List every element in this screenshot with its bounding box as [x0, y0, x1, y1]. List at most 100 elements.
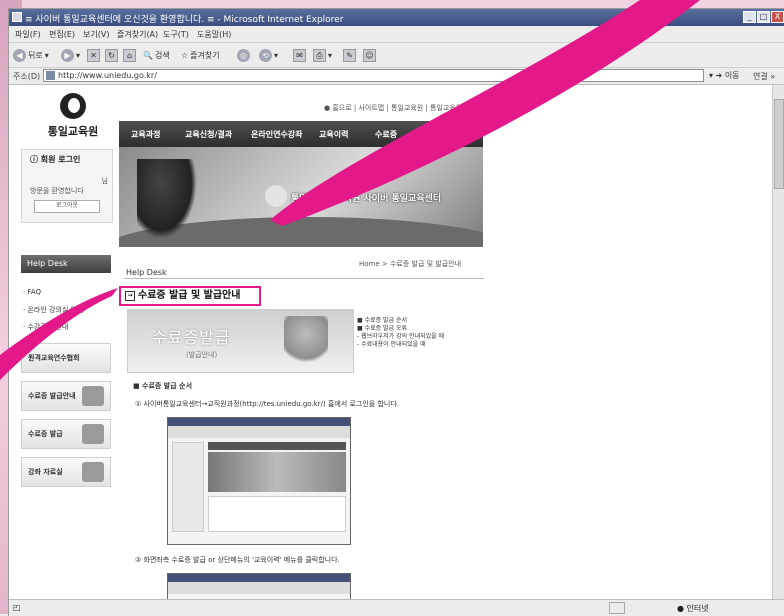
banner-figure: [137, 159, 197, 239]
forward-button[interactable]: ▶ ▾: [61, 47, 80, 63]
address-input[interactable]: http://www.uniedu.go.kr/: [43, 69, 704, 82]
global-nav: 교육과정 교육신청/결과 온라인연수강좌 교육이력 수료증 Help Desk: [119, 121, 483, 147]
gnb-item[interactable]: 교육신청/결과: [185, 129, 232, 140]
menu-favorites[interactable]: 즐겨찾기(A): [117, 29, 158, 40]
content-section-title: ■ 수료증 발급 순서: [133, 382, 193, 390]
print-icon: ⎙: [313, 48, 326, 62]
site-logo[interactable]: 통일교육원: [43, 93, 103, 143]
menu-view[interactable]: 보기(V): [83, 29, 109, 40]
edit-button[interactable]: ✎: [343, 47, 356, 63]
address-bar: 주소(D) http://www.uniedu.go.kr/ ▾ ➜ 이동 연결…: [9, 68, 784, 85]
mini-toolbar: [168, 582, 350, 594]
address-url: http://www.uniedu.go.kr/: [58, 71, 157, 80]
zone-label: 인터넷: [686, 604, 709, 613]
home-button[interactable]: ⌂: [123, 47, 136, 63]
star-icon: ☆: [181, 50, 189, 60]
close-button[interactable]: X: [771, 11, 784, 23]
scrollbar-thumb[interactable]: [774, 99, 784, 189]
login-box: ⓘ 회원 로그인 님 방문을 환영합니다 로그아웃: [21, 149, 113, 223]
side-banner-cert-guide[interactable]: 수료증 발급안내: [21, 381, 111, 411]
media-button[interactable]: ◎: [237, 47, 250, 63]
menu-tools[interactable]: 도구(T): [163, 29, 189, 40]
banner-text: 통일부 통일교육원 사이버 통일교육센터: [291, 194, 442, 204]
back-arrow-icon: ◀: [13, 48, 26, 62]
links-button[interactable]: 연결 »: [753, 71, 775, 82]
ie-icon: [12, 12, 22, 22]
breadcrumb: Home > 수료증 발급 및 발급안내: [359, 260, 462, 268]
side-nav-label: 수강관련 안내: [27, 323, 69, 331]
back-button[interactable]: ◀ 뒤로 ▾: [13, 47, 49, 63]
step-2-text: ② 화면좌측 수료증 발급 or 상단메뉴의 '교육이력' 메뉴를 클릭합니다.: [135, 556, 340, 564]
side-banner-training[interactable]: 원격교육연수협회: [21, 343, 111, 373]
toc-item[interactable]: ■ 수료증 발급 순서: [357, 317, 444, 325]
search-button[interactable]: 🔍 검색: [143, 47, 170, 63]
gnb-item[interactable]: 온라인연수강좌: [251, 129, 303, 140]
side-banner-cert-issue[interactable]: 수료증 발급: [21, 419, 111, 449]
side-banner-label: 원격교육연수협회: [28, 354, 80, 362]
print-button[interactable]: ⎙ ▾: [313, 47, 332, 63]
screenshot-step-1: [167, 417, 351, 545]
favorites-label: 즐겨찾기: [190, 50, 220, 60]
side-nav-item[interactable]: · FAQ: [23, 288, 41, 296]
search-label: 검색: [154, 50, 170, 60]
toc-item[interactable]: ■ 수료증 발급 오류: [357, 325, 444, 333]
favorites-button[interactable]: ☆ 즐겨찾기: [181, 47, 220, 63]
top-links[interactable]: ● 홈으로 | 사이트맵 | 통일교육원 | 통일교육원 | 영문: [324, 103, 482, 113]
vertical-scrollbar[interactable]: [772, 85, 784, 599]
logo-icon: [60, 93, 86, 119]
history-icon: ⟲: [259, 48, 272, 62]
mini-titlebar: [168, 418, 350, 426]
side-nav-item[interactable]: · 온라인 강의실 안내: [23, 305, 83, 315]
back-label: 뒤로: [28, 50, 43, 60]
banner-sun: [265, 185, 287, 207]
page-status-icon: ◰: [13, 603, 21, 612]
browser-window: ≡ 사이버 통일교육센터에 오신것을 환영합니다. ≡ - Microsoft …: [8, 8, 784, 616]
menu-bar: 파일(F) 편집(E) 보기(V) 즐겨찾기(A) 도구(T) 도움말(H): [9, 26, 784, 43]
user-icon: ⓘ: [30, 155, 38, 164]
maximize-button[interactable]: □: [757, 11, 770, 23]
background-strip: [0, 0, 784, 8]
logo-text: 통일교육원: [47, 125, 99, 138]
gnb-item[interactable]: 수료증: [375, 129, 397, 140]
mini-nav: [208, 442, 346, 450]
side-banner-materials[interactable]: 강좌 자료실: [21, 457, 111, 487]
toc-item[interactable]: - 수료내용이 안내되었을 때: [357, 341, 444, 349]
menu-edit[interactable]: 편집(E): [49, 29, 75, 40]
gnb-item[interactable]: 교육이력: [319, 129, 348, 140]
side-nav-header: Help Desk: [21, 255, 111, 273]
toolbar: ◀ 뒤로 ▾ ▶ ▾ ✕ ↻ ⌂ 🔍 검색 ☆ 즐겨찾기 ◎ ⟲ ▾ ✉ ⎙ ▾…: [9, 43, 784, 68]
page-title-text: 수료증 발급 및 발급안내: [138, 290, 241, 301]
logout-button[interactable]: 로그아웃: [34, 200, 100, 213]
stop-button[interactable]: ✕: [87, 47, 100, 63]
search-icon: 🔍: [143, 50, 153, 60]
printer-icon: [82, 424, 104, 444]
gnb-item[interactable]: Help Desk: [431, 129, 477, 138]
certificate-banner: 수료증발급 (발급안내): [127, 309, 354, 373]
minimize-button[interactable]: _: [743, 11, 756, 23]
gnb-item[interactable]: 교육과정: [131, 129, 160, 140]
edit-icon: ✎: [343, 48, 356, 62]
certificate-icon: [82, 386, 104, 406]
page-icon: [46, 71, 55, 80]
menu-help[interactable]: 도움말(H): [197, 29, 231, 40]
welcome-suffix: 님: [101, 177, 108, 185]
mail-button[interactable]: ✉: [293, 47, 306, 63]
login-title-text: 회원 로그인: [40, 155, 81, 164]
mini-toolbar: [168, 426, 350, 438]
menu-file[interactable]: 파일(F): [15, 29, 41, 40]
mini-banner: [208, 452, 346, 492]
side-nav-item[interactable]: · 수강관련 안내: [23, 322, 68, 332]
title-bar[interactable]: ≡ 사이버 통일교육센터에 오신것을 환영합니다. ≡ - Microsoft …: [9, 9, 784, 26]
page-title: → 수료증 발급 및 발급안내: [119, 286, 261, 306]
certificate-banner-subtitle: (발급안내): [186, 351, 218, 359]
mail-icon: ✉: [293, 48, 306, 62]
toc-item[interactable]: - 웹브라우저가 강의 안내되었을 때: [357, 333, 444, 341]
go-button[interactable]: ▾ ➜ 이동: [709, 70, 740, 81]
folder-icon: [82, 462, 104, 482]
refresh-button[interactable]: ↻: [105, 47, 118, 63]
media-icon: ◎: [237, 48, 250, 62]
messenger-button[interactable]: ☺: [363, 47, 376, 63]
side-banner-label: 강좌 자료실: [28, 468, 63, 476]
home-icon: ⌂: [123, 48, 136, 62]
history-button[interactable]: ⟲ ▾: [259, 47, 278, 63]
